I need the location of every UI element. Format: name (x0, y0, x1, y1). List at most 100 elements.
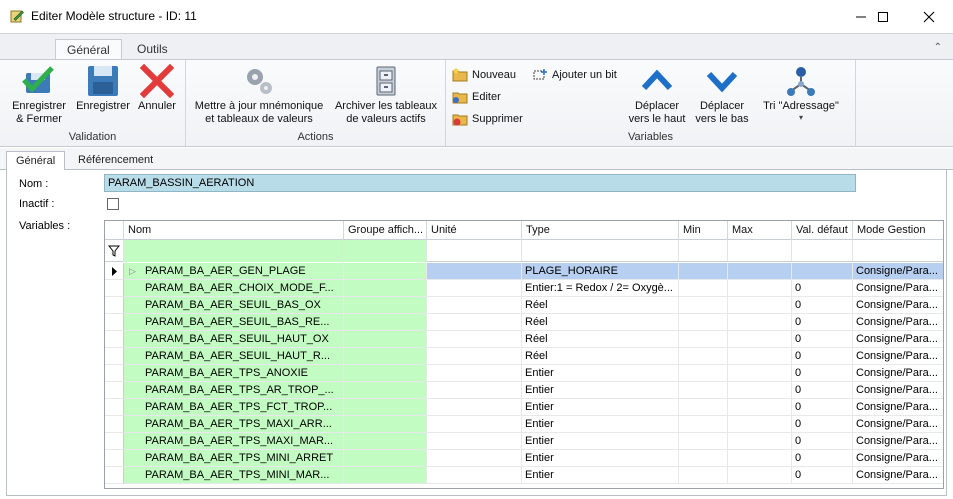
row-header[interactable] (105, 263, 124, 280)
cell-type[interactable]: Entier (522, 450, 679, 467)
table-row[interactable]: PARAM_BA_AER_SEUIL_BAS_RE... Réel 0 Consign… (105, 314, 943, 331)
cell-max[interactable] (728, 297, 792, 314)
cell-nom[interactable]: PARAM_BA_AER_TPS_ANOXIE (124, 365, 344, 382)
cell-groupe[interactable] (344, 450, 427, 467)
table-row[interactable]: PARAM_BA_AER_GEN_PLAGE ▷ PLAGE_HORAIRE Cons… (105, 263, 943, 280)
cell-type[interactable]: Réel (522, 348, 679, 365)
cell-defaut[interactable]: 0 (792, 331, 853, 348)
filter-cell-type[interactable] (522, 240, 679, 262)
cell-min[interactable] (679, 297, 728, 314)
cell-mode[interactable]: Consigne/Para... (853, 297, 943, 314)
cell-nom[interactable]: PARAM_BA_AER_GEN_PLAGE ▷ (124, 263, 344, 280)
cell-mode[interactable]: Consigne/Para... (853, 365, 943, 382)
sort-addressing-button[interactable]: Tri "Adressage" ▾ (758, 64, 844, 123)
cell-groupe[interactable] (344, 382, 427, 399)
save-button[interactable]: Enregistrer (74, 64, 132, 113)
column-header-type[interactable]: Type (522, 221, 679, 240)
cell-unite[interactable] (427, 314, 522, 331)
cell-type[interactable]: PLAGE_HORAIRE (522, 263, 679, 280)
cell-defaut[interactable]: 0 (792, 467, 853, 484)
cell-nom[interactable]: PARAM_BA_AER_CHOIX_MODE_F... (124, 280, 344, 297)
cell-min[interactable] (679, 263, 728, 280)
table-row[interactable]: PARAM_BA_AER_TPS_MINI_ARRET Entier 0 Consig… (105, 450, 943, 467)
edit-variable-button[interactable]: Editer (452, 88, 501, 106)
cell-defaut[interactable]: 0 (792, 433, 853, 450)
cell-min[interactable] (679, 348, 728, 365)
cell-defaut[interactable]: 0 (792, 416, 853, 433)
cell-unite[interactable] (427, 416, 522, 433)
row-header[interactable] (105, 382, 124, 399)
filter-cell-unite[interactable] (427, 240, 522, 262)
cell-defaut[interactable]: 0 (792, 399, 853, 416)
cell-mode[interactable]: Consigne/Para... (853, 348, 943, 365)
row-header[interactable] (105, 365, 124, 382)
cell-max[interactable] (728, 365, 792, 382)
cell-mode[interactable]: Consigne/Para... (853, 280, 943, 297)
row-header[interactable] (105, 416, 124, 433)
cell-unite[interactable] (427, 467, 522, 484)
cell-max[interactable] (728, 280, 792, 297)
filter-cell-groupe[interactable] (344, 240, 427, 262)
row-header[interactable] (105, 399, 124, 416)
inactive-checkbox[interactable] (107, 198, 119, 210)
add-bit-button[interactable]: Ajouter un bit (532, 66, 617, 84)
cell-groupe[interactable] (344, 297, 427, 314)
cell-nom[interactable]: PARAM_BA_AER_SEUIL_HAUT_R... (124, 348, 344, 365)
row-header[interactable] (105, 450, 124, 467)
new-variable-button[interactable]: Nouveau (452, 66, 516, 84)
filter-cell-defaut[interactable] (792, 240, 853, 262)
cell-mode[interactable]: Consigne/Para... (853, 467, 943, 484)
cell-nom[interactable]: PARAM_BA_AER_TPS_MAXI_MAR... (124, 433, 344, 450)
cell-groupe[interactable] (344, 331, 427, 348)
row-header[interactable] (105, 314, 124, 331)
column-header-groupe[interactable]: Groupe affich... (344, 221, 427, 240)
cell-unite[interactable] (427, 433, 522, 450)
cell-min[interactable] (679, 450, 728, 467)
column-header-max[interactable]: Max (728, 221, 792, 240)
filter-cell-min[interactable] (679, 240, 728, 262)
cell-max[interactable] (728, 331, 792, 348)
table-row[interactable]: PARAM_BA_AER_TPS_ANOXIE Entier 0 Consigne/P… (105, 365, 943, 382)
cell-type[interactable]: Entier (522, 365, 679, 382)
cell-mode[interactable]: Consigne/Para... (853, 416, 943, 433)
filter-cell-mode[interactable] (853, 240, 943, 262)
cell-max[interactable] (728, 467, 792, 484)
cell-nom[interactable]: PARAM_BA_AER_SEUIL_HAUT_OX (124, 331, 344, 348)
table-row[interactable]: PARAM_BA_AER_SEUIL_BAS_OX Réel 0 Consigne/P… (105, 297, 943, 314)
cell-unite[interactable] (427, 450, 522, 467)
move-up-button[interactable]: Déplacer vers le haut (624, 64, 690, 126)
cell-min[interactable] (679, 365, 728, 382)
cell-groupe[interactable] (344, 416, 427, 433)
ribbon-tab-general[interactable]: Général (55, 39, 122, 61)
cell-groupe[interactable] (344, 433, 427, 450)
row-header[interactable] (105, 467, 124, 484)
cell-unite[interactable] (427, 280, 522, 297)
cell-type[interactable]: Réel (522, 331, 679, 348)
cell-min[interactable] (679, 399, 728, 416)
cell-groupe[interactable] (344, 348, 427, 365)
cell-max[interactable] (728, 314, 792, 331)
cell-groupe[interactable] (344, 263, 427, 280)
cell-groupe[interactable] (344, 399, 427, 416)
cell-unite[interactable] (427, 348, 522, 365)
cell-max[interactable] (728, 382, 792, 399)
cell-min[interactable] (679, 331, 728, 348)
move-down-button[interactable]: Déplacer vers le bas (692, 64, 752, 126)
cell-min[interactable] (679, 416, 728, 433)
cell-max[interactable] (728, 416, 792, 433)
table-row[interactable]: PARAM_BA_AER_TPS_MINI_MAR... Entier 0 Consi… (105, 467, 943, 484)
cell-mode[interactable]: Consigne/Para... (853, 399, 943, 416)
table-row[interactable]: PARAM_BA_AER_TPS_FCT_TROP... Entier 0 Consi… (105, 399, 943, 416)
table-row[interactable]: PARAM_BA_AER_TPS_MAXI_ARR... Entier 0 Consi… (105, 416, 943, 433)
cell-max[interactable] (728, 450, 792, 467)
filter-cell-nom[interactable] (124, 240, 344, 262)
cell-groupe[interactable] (344, 280, 427, 297)
column-header-min[interactable]: Min (679, 221, 728, 240)
cell-min[interactable] (679, 467, 728, 484)
cell-nom[interactable]: PARAM_BA_AER_TPS_MINI_ARRET (124, 450, 344, 467)
cell-type[interactable]: Entier (522, 467, 679, 484)
table-row[interactable]: PARAM_BA_AER_SEUIL_HAUT_OX Réel 0 Consigne/… (105, 331, 943, 348)
archive-tables-button[interactable]: Archiver les tableaux de valeurs actifs (330, 64, 442, 126)
cell-min[interactable] (679, 280, 728, 297)
cell-type[interactable]: Réel (522, 314, 679, 331)
